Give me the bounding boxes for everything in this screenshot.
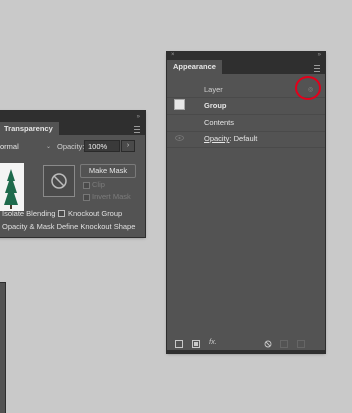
divider: [167, 131, 325, 132]
invert-mask-checkbox[interactable]: [83, 194, 90, 201]
opacity-input[interactable]: 100%: [84, 140, 120, 152]
trash-icon[interactable]: [297, 340, 305, 348]
knockout-group-checkbox[interactable]: [58, 210, 65, 217]
clear-appearance-icon[interactable]: [264, 340, 272, 348]
visibility-eye-icon[interactable]: [175, 135, 184, 141]
artwork-thumbnail[interactable]: [0, 163, 24, 211]
knockout-group-label: Knockout Group: [68, 209, 123, 218]
partial-panel-edge: [0, 283, 5, 413]
group-thumbnail: [174, 99, 185, 110]
panel-menu-icon[interactable]: [134, 126, 140, 133]
tree-icon: [4, 169, 18, 209]
duplicate-item-icon[interactable]: [280, 340, 288, 348]
layer-label: Layer: [204, 85, 223, 94]
divider: [167, 114, 325, 115]
add-effect-button[interactable]: fx.: [209, 337, 217, 346]
contents-label[interactable]: Contents: [204, 118, 234, 127]
make-mask-button[interactable]: Make Mask: [80, 164, 136, 178]
opacity-mask-thumbnail[interactable]: [43, 165, 75, 197]
isolate-blending-label: Isolate Blending: [2, 209, 56, 218]
chevron-down-icon[interactable]: ⌄: [46, 143, 51, 150]
opacity-value: : Default: [229, 134, 258, 143]
collapse-icon[interactable]: »: [137, 114, 140, 120]
panel-resize-bar[interactable]: [167, 350, 325, 353]
transparency-panel: » Transparency ormal ⌄ Opacity: 100% › M…: [0, 111, 145, 237]
opacity-slider-button[interactable]: ›: [121, 140, 135, 152]
opacity-link[interactable]: Opacity: [204, 134, 229, 143]
opacity-row[interactable]: Opacity: Default: [204, 134, 257, 143]
add-new-stroke-icon[interactable]: [175, 340, 183, 348]
tab-appearance[interactable]: Appearance: [167, 60, 222, 74]
fill-swatch: [194, 342, 198, 346]
highlight-circle: [295, 76, 321, 100]
clip-checkbox[interactable]: [83, 182, 90, 189]
panel-menu-icon[interactable]: [314, 65, 320, 72]
panel-titlebar[interactable]: »: [0, 111, 145, 122]
group-label[interactable]: Group: [204, 101, 227, 110]
no-mask-icon: [51, 173, 67, 189]
tab-transparency[interactable]: Transparency: [0, 122, 59, 135]
opacity-mask-knockout-label: Opacity & Mask Define Knockout Shape: [2, 222, 136, 231]
invert-mask-label: Invert Mask: [92, 192, 131, 201]
add-new-fill-icon[interactable]: [192, 340, 200, 348]
divider: [167, 147, 325, 148]
opacity-label: Opacity:: [57, 142, 85, 151]
clip-label: Clip: [92, 180, 105, 189]
